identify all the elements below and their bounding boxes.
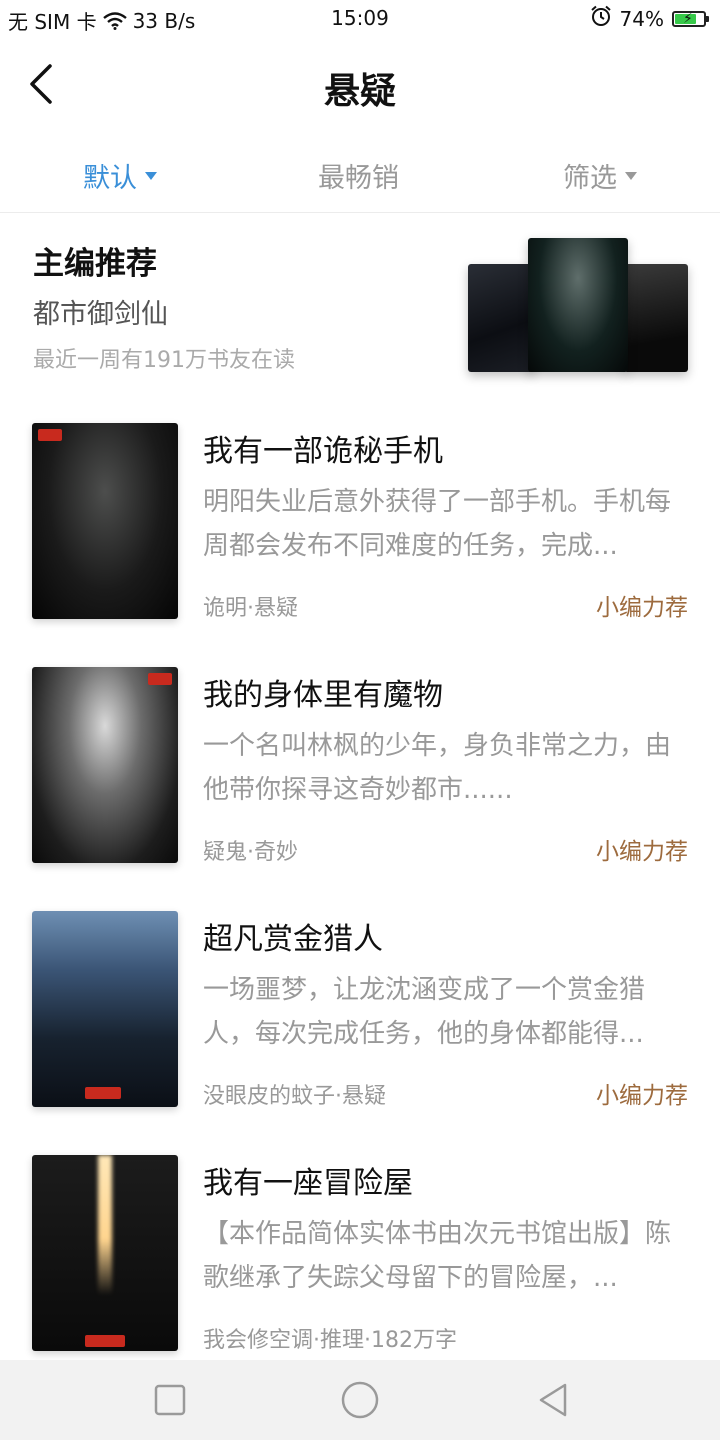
recent-apps-button[interactable] <box>150 1380 190 1420</box>
cover-stack <box>468 236 690 376</box>
book-cover-image <box>32 667 178 863</box>
header: 悬疑 <box>0 40 720 130</box>
charging-icon: ⚡ <box>683 10 693 27</box>
book-title: 我有一座冒险屋 <box>203 1166 413 1201</box>
book-cover-image <box>528 238 628 372</box>
book-title: 超凡赏金猎人 <box>203 922 383 957</box>
editor-pick-book: 都市御剑仙 <box>33 299 168 330</box>
recommend-tag: 小编力荐 <box>596 595 688 621</box>
book-description: 一场噩梦，让龙沈涵变成了一个赏金猎人，每次完成任务，他的身体都能得... <box>203 975 646 1049</box>
book-cover-image <box>32 1155 178 1351</box>
system-back-button[interactable] <box>533 1380 573 1420</box>
publisher-logo <box>38 429 62 441</box>
caret-down-icon <box>625 171 637 180</box>
list-item[interactable]: 我有一座冒险屋 【本作品简体实体书由次元书馆出版】陈歌继承了失踪父母留下的冒险屋… <box>0 1142 720 1362</box>
home-button[interactable] <box>340 1380 380 1420</box>
publisher-logo <box>148 673 172 685</box>
triangle-back-icon <box>539 1383 567 1417</box>
list-item[interactable]: 我的身体里有魔物 一个名叫林枫的少年，身负非常之力，由他带你探寻这奇妙都市...… <box>0 654 720 874</box>
caret-down-icon <box>145 171 157 180</box>
publisher-logo <box>85 1335 125 1347</box>
recommend-tag: 小编力荐 <box>596 1083 688 1109</box>
book-meta: 我会修空调·推理·182万字 <box>203 1328 457 1353</box>
book-meta: 没眼皮的蚊子·悬疑 <box>203 1084 386 1109</box>
page-title: 悬疑 <box>323 70 396 112</box>
tab-label: 最畅销 <box>318 163 399 194</box>
circle-icon <box>341 1381 379 1419</box>
book-description: 一个名叫林枫的少年，身负非常之力，由他带你探寻这奇妙都市...... <box>203 731 672 805</box>
system-nav-bar <box>0 1360 720 1440</box>
cover-light-beam <box>98 1155 112 1295</box>
list-item[interactable]: 超凡赏金猎人 一场噩梦，让龙沈涵变成了一个赏金猎人，每次完成任务，他的身体都能得… <box>0 898 720 1118</box>
battery-percent: 74% <box>619 6 664 31</box>
square-icon <box>154 1384 186 1416</box>
tab-filter[interactable]: 筛选 <box>563 156 637 195</box>
book-cover-image <box>624 264 688 372</box>
book-meta: 诡明·悬疑 <box>203 596 298 621</box>
battery-icon: ⚡ <box>672 10 709 27</box>
sort-tabs: 默认 最畅销 筛选 <box>0 140 720 213</box>
book-title: 我的身体里有魔物 <box>203 678 443 713</box>
tab-default[interactable]: 默认 <box>83 156 157 195</box>
status-bar: 无 SIM 卡 33 B/s 15:09 74% ⚡ <box>0 0 720 38</box>
book-title: 我有一部诡秘手机 <box>203 434 443 469</box>
editor-pick-readers: 最近一周有191万书友在读 <box>33 348 295 373</box>
tab-label: 筛选 <box>563 163 617 194</box>
book-cover-image <box>468 264 534 372</box>
recommend-tag: 小编力荐 <box>596 839 688 865</box>
alarm-icon <box>590 5 612 32</box>
editor-pick-heading: 主编推荐 <box>33 246 157 282</box>
book-cover-image <box>32 423 178 619</box>
book-cover-image <box>32 911 178 1107</box>
editor-pick-card[interactable]: 主编推荐 都市御剑仙 最近一周有191万书友在读 <box>0 212 720 392</box>
book-description: 明阳失业后意外获得了一部手机。手机每周都会发布不同难度的任务，完成... <box>203 487 672 561</box>
tab-label: 默认 <box>83 163 137 194</box>
book-meta: 疑鬼·奇妙 <box>203 840 298 865</box>
status-right: 74% ⚡ <box>590 5 709 32</box>
book-description: 【本作品简体实体书由次元书馆出版】陈歌继承了失踪父母留下的冒险屋，... <box>203 1219 672 1293</box>
tab-bestseller[interactable]: 最畅销 <box>318 156 399 195</box>
publisher-logo <box>85 1087 121 1099</box>
list-item[interactable]: 我有一部诡秘手机 明阳失业后意外获得了一部手机。手机每周都会发布不同难度的任务，… <box>0 410 720 630</box>
